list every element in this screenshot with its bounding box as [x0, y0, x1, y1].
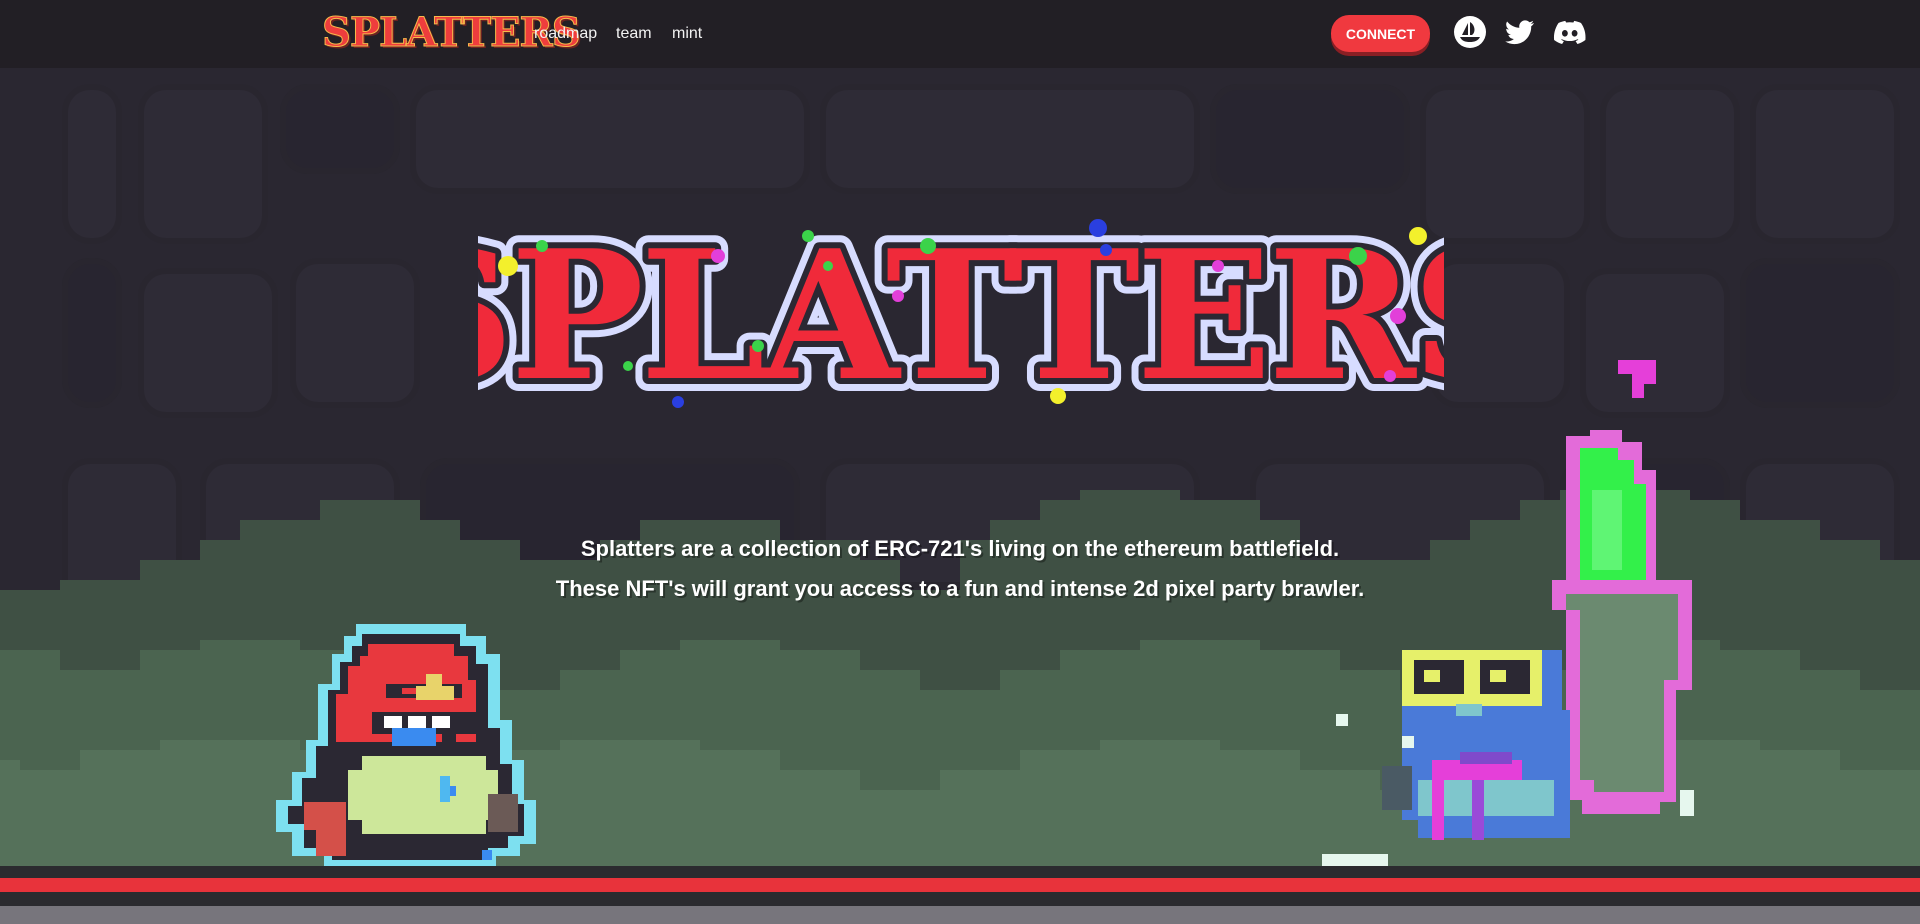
opensea-icon[interactable]	[1453, 15, 1487, 49]
nav-link-mint[interactable]: mint	[672, 24, 702, 44]
gray-floor-stripe	[0, 906, 1920, 924]
hero-tagline-line-1: Splatters are a collection of ERC-721's …	[580, 536, 1340, 561]
discord-icon[interactable]	[1553, 15, 1587, 49]
splatters-hero-logo: SPLATTERS SPLATTERS SPLATTERS	[478, 206, 1444, 426]
splatters-landing-page: SPLATTERS roadmap team mint CONNECT SPLA…	[0, 0, 1920, 924]
red-splatter-character-sprite	[276, 624, 536, 868]
top-navigation-bar: SPLATTERS roadmap team mint CONNECT	[0, 0, 1920, 68]
svg-text:SPLATTERS: SPLATTERS	[478, 211, 1444, 420]
hero-tagline-line-2: These NFT's will grant you access to a f…	[555, 576, 1365, 601]
connect-wallet-button[interactable]: CONNECT	[1331, 15, 1430, 52]
red-floor-stripe	[0, 878, 1920, 892]
nav-link-roadmap[interactable]: roadmap	[534, 24, 597, 44]
twitter-icon[interactable]	[1503, 15, 1537, 49]
knife-splatter-character-sprite	[1322, 360, 1694, 866]
nav-link-team[interactable]: team	[616, 24, 652, 44]
